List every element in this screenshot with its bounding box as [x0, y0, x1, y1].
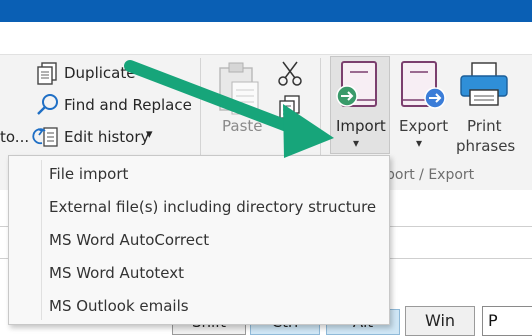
annotation-arrow-icon — [124, 60, 334, 158]
